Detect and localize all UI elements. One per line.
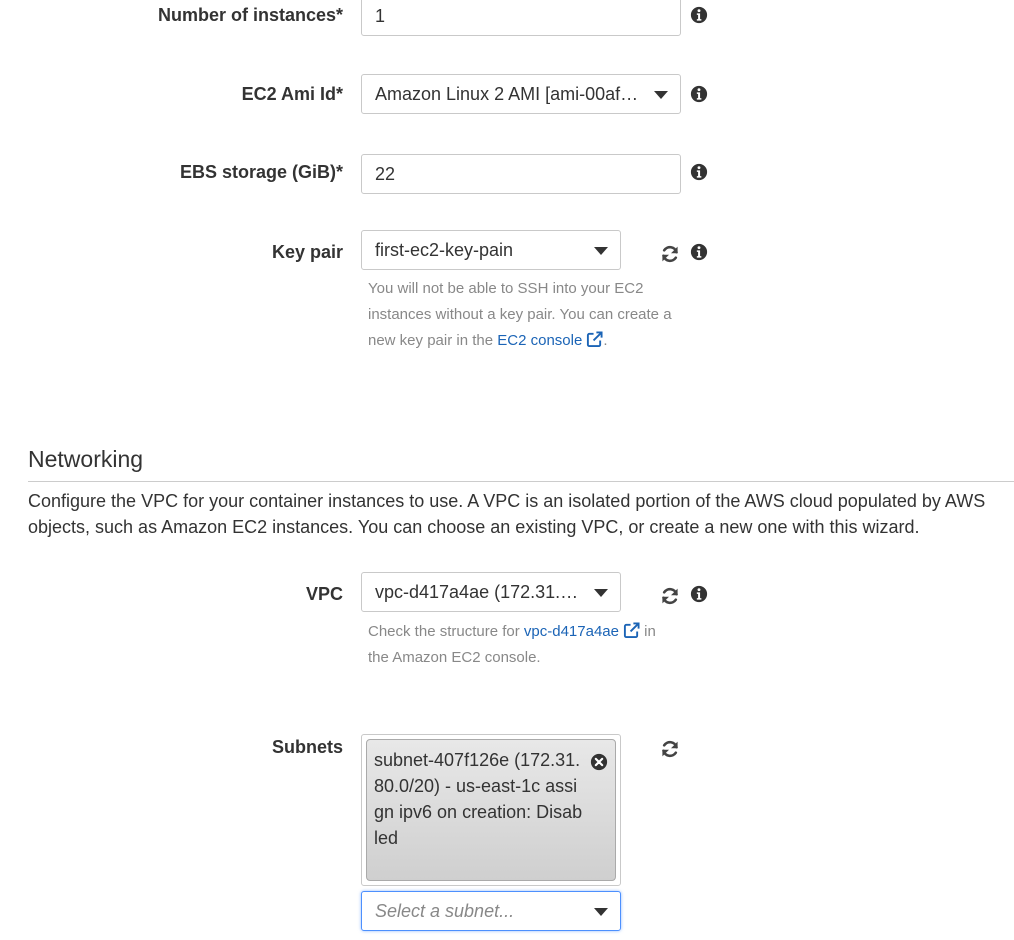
subnet-search-select[interactable]: Select a subnet... [361,891,621,931]
info-icon[interactable] [690,163,708,181]
close-circle-icon[interactable] [590,753,608,771]
section-divider [28,481,1014,482]
info-icon[interactable] [690,6,708,24]
vpc-help-in: in [639,623,656,640]
num-instances-label: Number of instances* [157,5,343,25]
vpc-help: Check the structure for vpc-d417a4ae in … [368,619,656,671]
caret-down-icon [594,247,608,255]
keypair-help-end: . [603,332,608,349]
subnets-label: Subnets [271,737,343,757]
vpc-value: vpc-d417a4ae (172.31.0.0/16) [375,582,607,602]
caret-down-icon [654,91,668,99]
keypair-value: first-ec2-key-pain [375,240,514,260]
caret-down-icon [594,589,608,597]
ami-select[interactable]: Amazon Linux 2 AMI [ami-00afc256a955c31b… [361,74,681,114]
subnets-multiselect[interactable]: subnet-407f126e (172.31.80.0/20) - us-ea… [361,734,621,886]
networking-title: Networking [28,446,144,472]
refresh-icon[interactable] [660,739,680,759]
num-instances-value: 1 [375,6,386,26]
vpc-select[interactable]: vpc-d417a4ae (172.31.0.0/16) [361,572,621,612]
subnet-placeholder: Select a subnet... [375,901,515,921]
vpc-help-line-2: the Amazon EC2 console. [368,649,541,666]
external-link-icon[interactable] [623,622,640,639]
ebs-value: 22 [375,164,396,184]
vpc-help-line-1: Check the structure for vpc-d417a4ae in [368,619,656,645]
caret-down-icon [594,908,608,916]
ebs-label: EBS storage (GiB)* [179,162,343,182]
keypair-help-text: new key pair in the [368,332,498,349]
ami-value: Amazon Linux 2 AMI [ami-00afc256a955c31b… [375,84,667,104]
ec2-console-link[interactable]: EC2 console [497,332,582,349]
networking-description: Configure the VPC for your container ins… [28,491,986,537]
num-instances-input[interactable]: 1 [361,0,681,36]
keypair-help: You will not be able to SSH into your EC… [368,276,672,354]
keypair-help-line-3: new key pair in the EC2 console. [368,328,672,354]
vpc-link[interactable]: vpc-d417a4ae [524,623,619,640]
ebs-input[interactable]: 22 [361,154,681,194]
vpc-label: VPC [305,584,343,604]
info-icon[interactable] [690,243,708,261]
info-icon[interactable] [690,585,708,603]
refresh-icon[interactable] [660,586,680,606]
keypair-help-line-1: You will not be able to SSH into your EC… [368,280,644,297]
selected-subnet-text: subnet-407f126e (172.31.80.0/20) - us-ea… [374,750,583,848]
selected-subnet-chip[interactable]: subnet-407f126e (172.31.80.0/20) - us-ea… [366,739,616,881]
keypair-label: Key pair [271,242,343,262]
keypair-help-line-2: instances without a key pair. You can cr… [368,306,672,323]
info-icon[interactable] [690,85,708,103]
external-link-icon[interactable] [586,331,603,348]
ami-label: EC2 Ami Id* [241,84,343,104]
refresh-icon[interactable] [660,244,680,264]
keypair-select[interactable]: first-ec2-key-pain [361,230,621,270]
vpc-help-text: Check the structure for [368,623,524,640]
